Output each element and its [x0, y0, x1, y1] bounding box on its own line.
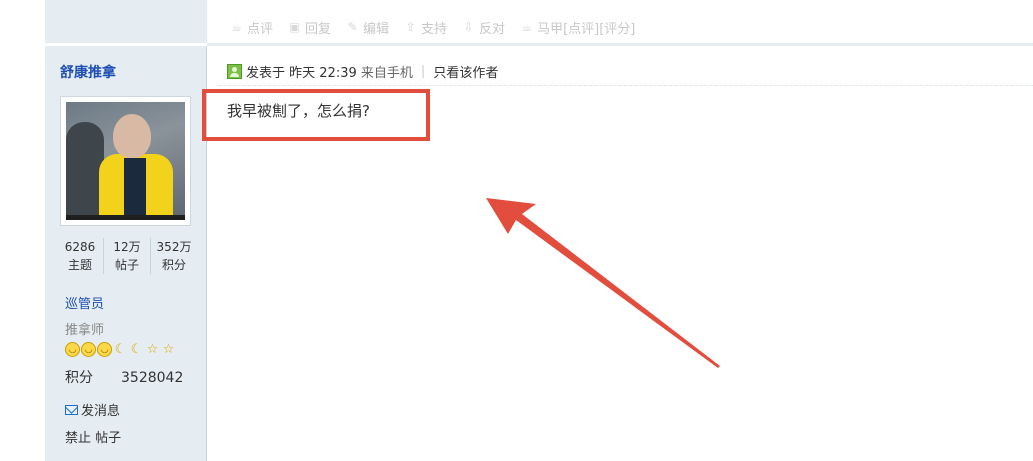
next-post-toolbar-edge	[207, 454, 1033, 461]
posted-source: 来自手机	[360, 66, 413, 81]
moon-icon: ☾	[114, 342, 127, 357]
only-author-link[interactable]: 只看该作者	[433, 62, 498, 81]
stat-posts[interactable]: 12万 帖子	[104, 238, 151, 274]
stat-value: 6286	[64, 240, 96, 254]
edit-icon: ✎	[347, 20, 358, 34]
user-title: 推拿师	[65, 323, 105, 338]
stat-value: 352万	[156, 240, 192, 254]
avatar[interactable]	[60, 96, 191, 226]
toolbar-items: ☕ 点评 ▣ 回复 ✎ 编辑 ⇧ 支持 ⇩ 反对 ☕ 马甲[点评][评分]	[229, 18, 636, 38]
star-icon: ☆	[162, 342, 175, 357]
send-message-label: 发消息	[81, 404, 121, 419]
annotation-arrow-icon	[486, 198, 720, 368]
annotation-highlight-box	[202, 89, 430, 141]
envelope-icon	[65, 404, 78, 415]
stat-threads[interactable]: 6286 主题	[57, 238, 104, 274]
sidebar-top-area	[45, 0, 207, 46]
post-info-bar: 发表于 昨天 22:39 来自手机 | 只看该作者	[227, 62, 498, 81]
support-label: 支持	[421, 22, 448, 37]
stat-label: 主题	[67, 258, 92, 272]
comment-label: 点评	[247, 22, 274, 37]
points-value: 3528042	[121, 370, 184, 386]
posted-time: 昨天 22:39	[289, 66, 357, 81]
oppose-label: 反对	[479, 22, 506, 37]
stat-label: 帖子	[114, 258, 139, 272]
sun-icon: ◡	[97, 342, 112, 357]
reply-label: 回复	[305, 22, 332, 37]
vest-label: 马甲[点评][评分]	[537, 22, 636, 37]
reply-button[interactable]: ▣ 回复	[287, 18, 332, 38]
avatar-ground-shape	[66, 215, 185, 220]
points-label: 积分	[65, 370, 93, 386]
comment-icon: ☕	[231, 20, 242, 34]
posted-prefix: 发表于	[246, 66, 286, 81]
reply-icon: ▣	[288, 20, 301, 34]
avatar-image[interactable]	[66, 102, 185, 220]
star-icon: ☆	[146, 342, 159, 357]
stat-value: 12万	[113, 240, 141, 254]
support-button[interactable]: ⇧ 支持	[403, 18, 448, 38]
author-stats: 6286 主题 12万 帖子 352万 积分	[57, 238, 197, 274]
send-message-link[interactable]: 发消息	[65, 400, 120, 419]
avatar-shirt-shape	[124, 158, 146, 220]
moon-icon: ☾	[130, 342, 143, 357]
comment-button[interactable]: ☕ 点评	[229, 18, 274, 38]
user-online-icon	[227, 64, 242, 79]
vest-comment-rate-button[interactable]: ☕ 马甲[点评][评分]	[519, 18, 636, 38]
post-action-toolbar: ☕ 点评 ▣ 回复 ✎ 编辑 ⇧ 支持 ⇩ 反对 ☕ 马甲[点评][评分]	[207, 0, 1033, 46]
thumbs-down-icon: ⇩	[463, 20, 474, 34]
user-level-medals: ◡ ◡ ◡ ☾ ☾ ☆ ☆	[65, 342, 176, 357]
stat-credits[interactable]: 352万 积分	[151, 238, 197, 274]
sun-icon: ◡	[65, 342, 80, 357]
author-name-link[interactable]: 舒康推拿	[60, 62, 116, 82]
post-divider	[218, 85, 1033, 86]
separator: |	[420, 64, 426, 79]
edit-label: 编辑	[363, 22, 390, 37]
left-gutter	[0, 0, 45, 461]
comment-icon: ☕	[521, 20, 532, 34]
edit-button[interactable]: ✎ 编辑	[345, 18, 390, 38]
user-group-link[interactable]: 巡管员	[65, 293, 104, 312]
author-sidebar: 舒康推拿 6286 主题 12万 帖子 352万 积分 巡管员 推拿师 ◡ ◡ …	[45, 0, 207, 461]
avatar-head-shape	[113, 114, 151, 158]
ban-posts-link[interactable]: 禁止 帖子	[65, 427, 121, 446]
oppose-button[interactable]: ⇩ 反对	[461, 18, 506, 38]
thumbs-up-icon: ⇧	[405, 20, 416, 34]
user-points: 积分 3528042	[65, 367, 183, 387]
stat-label: 积分	[161, 258, 186, 272]
sun-icon: ◡	[81, 342, 96, 357]
